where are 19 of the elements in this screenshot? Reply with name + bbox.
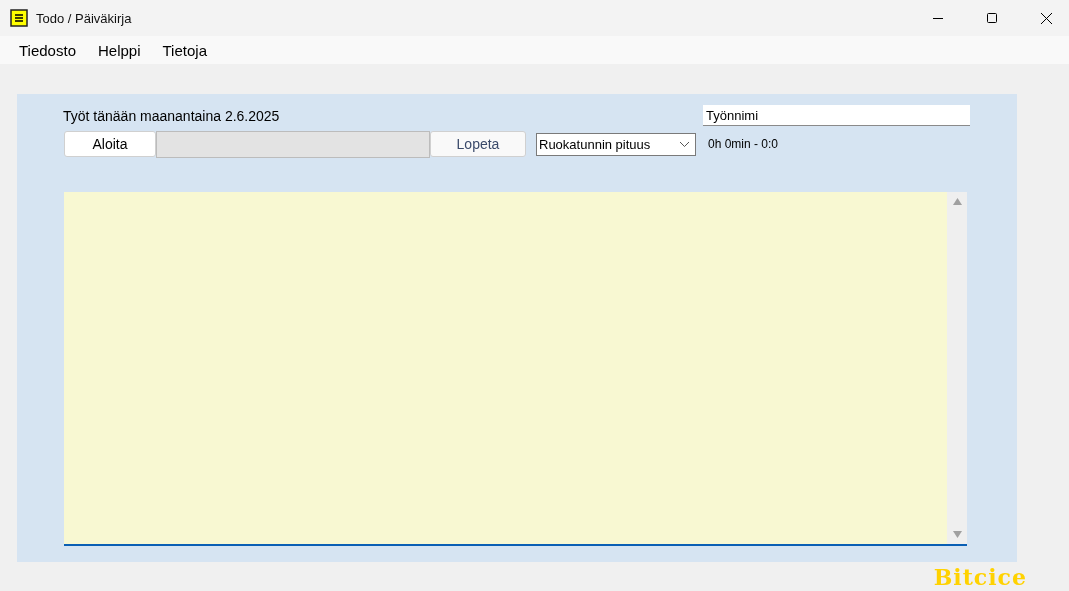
notepad-icon [10, 9, 28, 27]
task-name-field[interactable]: Työnnimi [703, 105, 970, 126]
maximize-icon [987, 13, 997, 23]
menu-item[interactable]: Tietoja [151, 41, 218, 59]
menu-item[interactable]: Tiedosto [8, 41, 87, 59]
scrollbar[interactable] [947, 192, 967, 544]
chevron-down-icon [680, 141, 689, 147]
scroll-down-icon[interactable] [952, 531, 962, 538]
duration-text: 0h 0min - 0:0 [708, 137, 779, 151]
menu-item[interactable]: Helppi [87, 41, 152, 59]
minimize-icon [933, 17, 943, 19]
scroll-up-icon[interactable] [952, 198, 962, 205]
notes-area[interactable] [64, 192, 967, 546]
close-icon [1040, 12, 1052, 24]
window-title: Todo / Päiväkirja [36, 10, 133, 26]
date-heading: Työt tänään maanantaina 2.6.2025 [63, 108, 280, 126]
brand-logo: Bitcice [933, 566, 1027, 588]
start-button[interactable]: Aloita [64, 131, 156, 157]
lunch-dropdown[interactable]: Ruokatunnin pituus [536, 132, 696, 156]
